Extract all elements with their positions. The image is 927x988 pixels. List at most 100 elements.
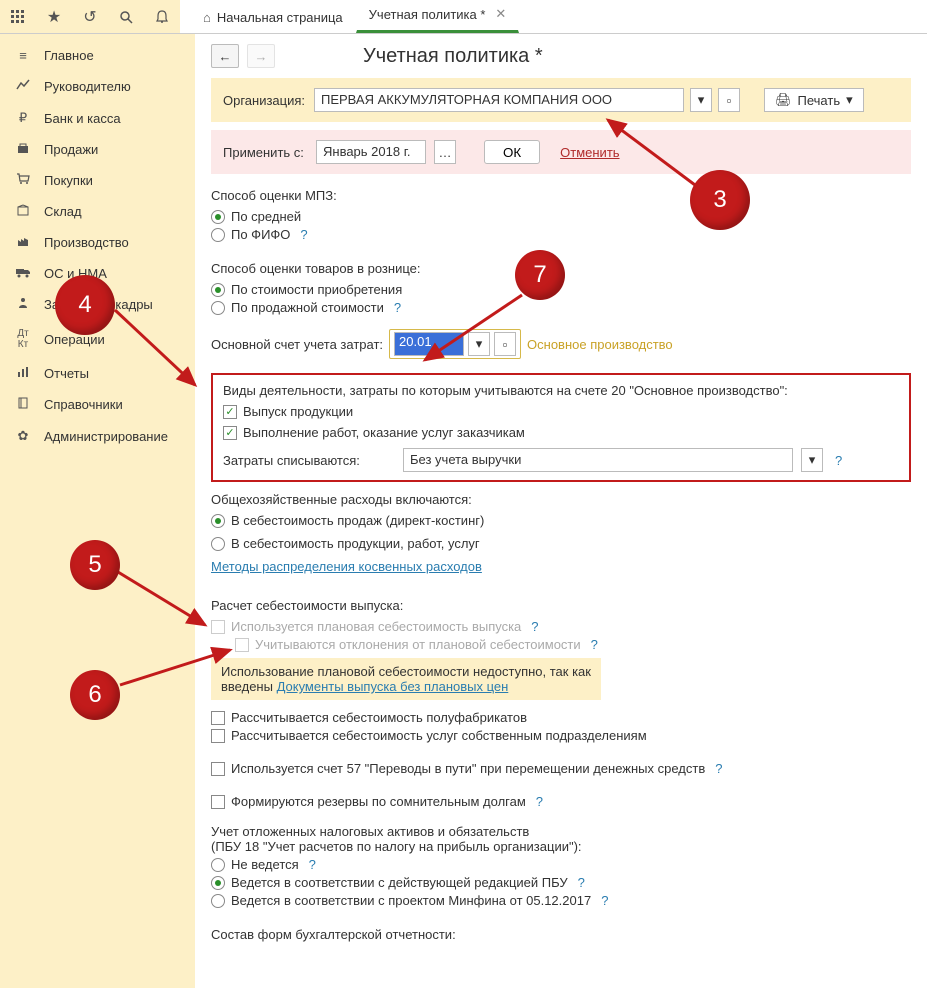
ruble-icon: ₽ xyxy=(14,110,32,126)
activities-box: Виды деятельности, затраты по которым уч… xyxy=(211,373,911,482)
help-icon[interactable]: ? xyxy=(531,619,538,634)
warning-link[interactable]: Документы выпуска без плановых цен xyxy=(277,679,509,694)
org-label: Организация: xyxy=(223,93,308,108)
main-content: ← → Учетная политика * Организация: ПЕРВ… xyxy=(195,34,927,988)
help-icon[interactable]: ? xyxy=(309,857,316,872)
book-icon xyxy=(14,397,32,412)
sidebar-item-label: Продажи xyxy=(44,142,98,157)
sidebar-item-production[interactable]: Производство xyxy=(0,227,195,258)
bars-icon xyxy=(14,366,32,381)
checkbox-reserves[interactable] xyxy=(211,795,225,809)
deferred-label2: (ПБУ 18 "Учет расчетов по налогу на приб… xyxy=(211,839,911,854)
activities-label: Виды деятельности, затраты по которым уч… xyxy=(223,383,899,398)
help-icon[interactable]: ? xyxy=(591,637,598,652)
checkbox-own-services[interactable] xyxy=(211,729,225,743)
close-icon[interactable]: ✕ xyxy=(495,6,506,22)
radio-mpz-fifo[interactable] xyxy=(211,228,225,242)
account-field[interactable]: 20.01 xyxy=(394,332,464,356)
checkbox-label: Выпуск продукции xyxy=(243,404,353,419)
print-button[interactable]: 🖨Печать▾ xyxy=(764,88,864,112)
star-icon[interactable]: ★ xyxy=(36,0,72,33)
help-icon[interactable]: ? xyxy=(715,761,722,776)
sidebar-item-manager[interactable]: Руководителю xyxy=(0,71,195,102)
history-icon[interactable]: ↺ xyxy=(72,0,108,33)
help-icon[interactable]: ? xyxy=(601,893,608,908)
checkbox-semifinished[interactable] xyxy=(211,711,225,725)
topbar: ★ ↺ ⌂ Начальная страница Учетная политик… xyxy=(0,0,927,34)
checkbox-account57[interactable] xyxy=(211,762,225,776)
overhead-label: Общехозяйственные расходы включаются: xyxy=(211,492,911,507)
sidebar-item-reports[interactable]: Отчеты xyxy=(0,358,195,389)
org-row: Организация: ПЕРВАЯ АККУМУЛЯТОРНАЯ КОМПА… xyxy=(211,78,911,122)
sidebar-item-warehouse[interactable]: Склад xyxy=(0,196,195,227)
page-title: Учетная политика * xyxy=(363,45,543,68)
checkbox-label: Используется счет 57 "Переводы в пути" п… xyxy=(231,761,705,776)
ellipsis-button[interactable]: … xyxy=(434,140,456,164)
bell-icon[interactable] xyxy=(144,0,180,33)
radio-deferred-none[interactable] xyxy=(211,858,225,872)
sidebar-item-purchases[interactable]: Покупки xyxy=(0,165,195,196)
dropdown-button[interactable]: ▾ xyxy=(690,88,712,112)
sidebar-item-label: Операции xyxy=(44,332,105,347)
home-icon: ⌂ xyxy=(203,10,211,25)
gear-icon: ✿ xyxy=(14,428,32,444)
person-icon xyxy=(14,297,32,312)
sidebar-item-label: Банк и касса xyxy=(44,111,121,126)
help-icon[interactable]: ? xyxy=(578,875,585,890)
indirect-link[interactable]: Методы распределения косвенных расходов xyxy=(211,559,482,574)
back-button[interactable]: ← xyxy=(211,44,239,68)
dropdown-button[interactable]: ▾ xyxy=(801,448,823,472)
tab-home[interactable]: ⌂ Начальная страница xyxy=(190,1,356,33)
sidebar-item-catalogs[interactable]: Справочники xyxy=(0,389,195,420)
print-label: Печать xyxy=(798,93,841,108)
org-field[interactable]: ПЕРВАЯ АККУМУЛЯТОРНАЯ КОМПАНИЯ ООО xyxy=(314,88,684,112)
checkbox-label: Используется плановая себестоимость выпу… xyxy=(231,619,521,634)
tabs: ⌂ Начальная страница Учетная политика * … xyxy=(180,0,927,33)
radio-retail-cost[interactable] xyxy=(211,283,225,297)
radio-deferred-minfin[interactable] xyxy=(211,894,225,908)
date-field[interactable]: Январь 2018 г. xyxy=(316,140,426,164)
forward-button[interactable]: → xyxy=(247,44,275,68)
cancel-link[interactable]: Отменить xyxy=(560,145,619,160)
factory-icon xyxy=(14,235,32,250)
sidebar-item-main[interactable]: ≡Главное xyxy=(0,40,195,71)
checkbox-services[interactable]: ✓ xyxy=(223,426,237,440)
help-icon[interactable]: ? xyxy=(536,794,543,809)
ok-button[interactable]: ОК xyxy=(484,140,540,164)
tab-home-label: Начальная страница xyxy=(217,10,343,25)
radio-label: Ведется в соответствии с действующей ред… xyxy=(231,875,568,890)
account-desc: Основное производство xyxy=(527,337,673,352)
cart-icon xyxy=(14,173,32,188)
popup-button[interactable]: ▫ xyxy=(494,332,516,356)
radio-label: Ведется в соответствии с проектом Минфин… xyxy=(231,893,591,908)
topbar-icons: ★ ↺ xyxy=(0,0,180,33)
radio-retail-sale[interactable] xyxy=(211,301,225,315)
dropdown-button[interactable]: ▾ xyxy=(468,332,490,356)
sidebar-item-label: Производство xyxy=(44,235,129,250)
warning-box: Использование плановой себестоимости нед… xyxy=(211,658,601,700)
printer-icon: 🖨 xyxy=(775,92,792,108)
sidebar-item-label: Склад xyxy=(44,204,82,219)
tab-active[interactable]: Учетная политика * ✕ xyxy=(356,0,520,33)
sidebar-item-admin[interactable]: ✿Администрирование xyxy=(0,420,195,452)
bubble-3: 3 xyxy=(690,170,750,230)
radio-deferred-pbu[interactable] xyxy=(211,876,225,890)
truck-icon xyxy=(14,266,32,281)
sidebar-item-sales[interactable]: Продажи xyxy=(0,134,195,165)
radio-mpz-avg[interactable] xyxy=(211,210,225,224)
help-icon[interactable]: ? xyxy=(300,227,307,242)
combo-label: Затраты списываются: xyxy=(223,453,395,468)
help-icon[interactable]: ? xyxy=(394,300,401,315)
sidebar-item-bank[interactable]: ₽ Банк и касса xyxy=(0,102,195,134)
popup-button[interactable]: ▫ xyxy=(718,88,740,112)
forms-label: Состав форм бухгалтерской отчетности: xyxy=(211,927,911,942)
search-icon[interactable] xyxy=(108,0,144,33)
operations-icon: ДтКт xyxy=(14,328,32,350)
radio-product-cost[interactable] xyxy=(211,537,225,551)
radio-direct-costing[interactable] xyxy=(211,514,225,528)
checkbox-output[interactable]: ✓ xyxy=(223,405,237,419)
help-icon[interactable]: ? xyxy=(835,453,842,468)
apps-icon[interactable] xyxy=(0,0,36,33)
tab-active-label: Учетная политика * xyxy=(369,7,486,22)
writeoff-combo[interactable]: Без учета выручки xyxy=(403,448,793,472)
